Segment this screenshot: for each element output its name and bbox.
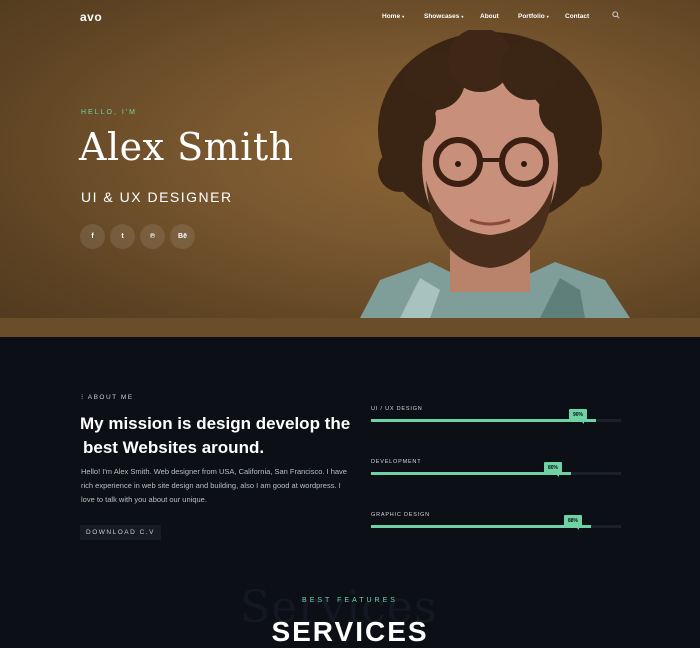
nav-item-label: Contact (565, 13, 590, 20)
about-label: ⁝ ABOUT ME (81, 393, 134, 402)
skill-fill (371, 472, 571, 475)
dots-icon: ⁝ (81, 394, 85, 401)
pinterest-icon[interactable]: ℗ (140, 224, 165, 249)
skill-fill (371, 525, 591, 528)
skill-percent-badge: 88% (564, 515, 583, 530)
skill-percent-badge: 90% (569, 409, 588, 424)
skill-track: 90% (371, 409, 621, 424)
skill-label: DEVELOPMENT (371, 459, 422, 465)
hero-name: Alex Smith (79, 125, 294, 169)
search-icon[interactable] (612, 11, 620, 19)
twitter-icon[interactable]: t (110, 224, 135, 249)
about-label-text: ABOUT ME (87, 393, 134, 401)
hero-role: UI & UX DESIGNER (81, 189, 233, 205)
nav-item-label: About (480, 13, 499, 20)
mission-line-1: My mission is design develop the (80, 414, 351, 433)
services-eyebrow: BEST FEATURES (302, 597, 398, 604)
portrait-photo (360, 30, 630, 318)
chevron-down-icon: ▾ (402, 14, 405, 19)
nav-item-label: Showcases (424, 13, 460, 20)
nav-item-home[interactable]: Home ▾ (382, 13, 404, 20)
services-title: SERVICES (271, 616, 429, 647)
social-links: f t ℗ Bē (80, 224, 195, 249)
nav-item-portfolio[interactable]: Portfolio ▾ (518, 13, 549, 20)
hero-bottom-strip (0, 318, 700, 337)
skill-track: 88% (371, 515, 621, 530)
facebook-icon[interactable]: f (80, 224, 105, 249)
skill-percent-badge: 80% (544, 462, 563, 477)
skill-fill (371, 419, 596, 422)
nav-item-showcases[interactable]: Showcases ▾ (424, 13, 463, 20)
skill-track: 80% (371, 462, 621, 477)
nav-item-label: Portfolio (518, 13, 545, 20)
nav-item-contact[interactable]: Contact (565, 13, 589, 20)
bio-text: Hello! I'm Alex Smith. Web designer from… (81, 467, 347, 504)
mission-heading: My mission is design develop the best We… (80, 412, 360, 460)
top-nav: avo Home ▾ Showcases ▾ About Portfolio ▾… (0, 0, 700, 34)
nav-item-about[interactable]: About (480, 13, 499, 20)
chevron-down-icon: ▾ (461, 14, 464, 19)
chevron-down-icon: ▾ (546, 14, 549, 19)
hero-greeting: HELLO, I'M (81, 109, 137, 116)
behance-icon[interactable]: Bē (170, 224, 195, 249)
download-cv-button[interactable]: DOWNLOAD C.V (80, 525, 161, 540)
mission-line-2: best Websites around. (83, 438, 265, 457)
skill-label: UI / UX DESIGN (371, 406, 423, 412)
site-logo[interactable]: avo (80, 10, 102, 24)
nav-item-label: Home (382, 13, 401, 20)
skill-label: GRAPHIC DESIGN (371, 512, 430, 518)
hero-section: avo Home ▾ Showcases ▾ About Portfolio ▾… (0, 0, 700, 337)
